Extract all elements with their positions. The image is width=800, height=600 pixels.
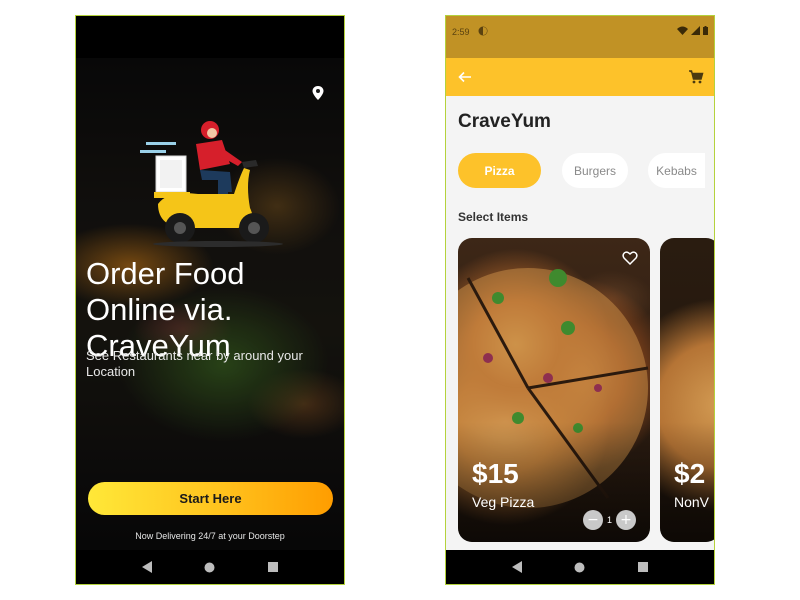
quantity-value: 1 — [606, 515, 612, 525]
item-name: NonV — [674, 494, 710, 510]
menu-screen: 2:59 CraveYum Pizza Burgers Kebabs Selec… — [445, 15, 715, 585]
minus-icon[interactable]: − — [582, 510, 603, 530]
page-title: CraveYum — [458, 111, 551, 132]
category-tabs: Pizza Burgers Kebabs — [458, 153, 714, 189]
signal-icon — [691, 26, 700, 35]
menu-content: CraveYum Pizza Burgers Kebabs Select Ite… — [446, 96, 714, 552]
tab-pizza[interactable]: Pizza — [458, 153, 541, 188]
delivery-scooter-illustration — [140, 121, 283, 247]
item-card-nonveg[interactable]: $2 NonV — [660, 238, 714, 542]
status-bar: 2:59 — [446, 16, 714, 58]
plus-icon[interactable]: + — [616, 510, 636, 530]
status-time: 2:59 — [452, 27, 470, 37]
item-price: $15 — [472, 458, 519, 489]
back-arrow-icon[interactable] — [458, 70, 472, 84]
app-toolbar — [446, 58, 714, 96]
system-nav-bar — [76, 550, 344, 584]
app-notification-icon — [478, 26, 488, 36]
wifi-icon — [677, 26, 688, 35]
home-circle-icon[interactable] — [573, 560, 587, 574]
delivery-note: Now Delivering 24/7 at your Doorstep — [135, 531, 285, 541]
favorite-heart-icon[interactable] — [622, 250, 638, 266]
back-triangle-icon[interactable] — [510, 560, 524, 574]
location-pin-icon[interactable] — [312, 86, 324, 100]
item-price: $2 — [674, 458, 706, 489]
section-heading: Select Items — [458, 210, 529, 224]
hero-subtitle: See Restaurants near by around your Loca… — [86, 348, 303, 379]
system-nav-bar — [446, 550, 714, 584]
recents-square-icon[interactable] — [266, 560, 280, 574]
tab-burgers[interactable]: Burgers — [562, 153, 628, 188]
cart-icon[interactable] — [688, 69, 704, 85]
recents-square-icon[interactable] — [636, 560, 650, 574]
start-here-button[interactable]: Start Here — [88, 482, 333, 515]
quantity-stepper: − 1 + — [582, 510, 636, 530]
item-name: Veg Pizza — [472, 494, 535, 510]
home-circle-icon[interactable] — [203, 560, 217, 574]
item-card-veg-pizza[interactable]: $15 Veg Pizza − 1 + — [458, 238, 650, 542]
status-bar — [76, 16, 344, 58]
tab-kebabs[interactable]: Kebabs — [648, 153, 705, 188]
back-triangle-icon[interactable] — [140, 560, 154, 574]
onboarding-screen: Order Food Online via. CraveYum See Rest… — [75, 15, 345, 585]
battery-icon — [703, 26, 708, 35]
